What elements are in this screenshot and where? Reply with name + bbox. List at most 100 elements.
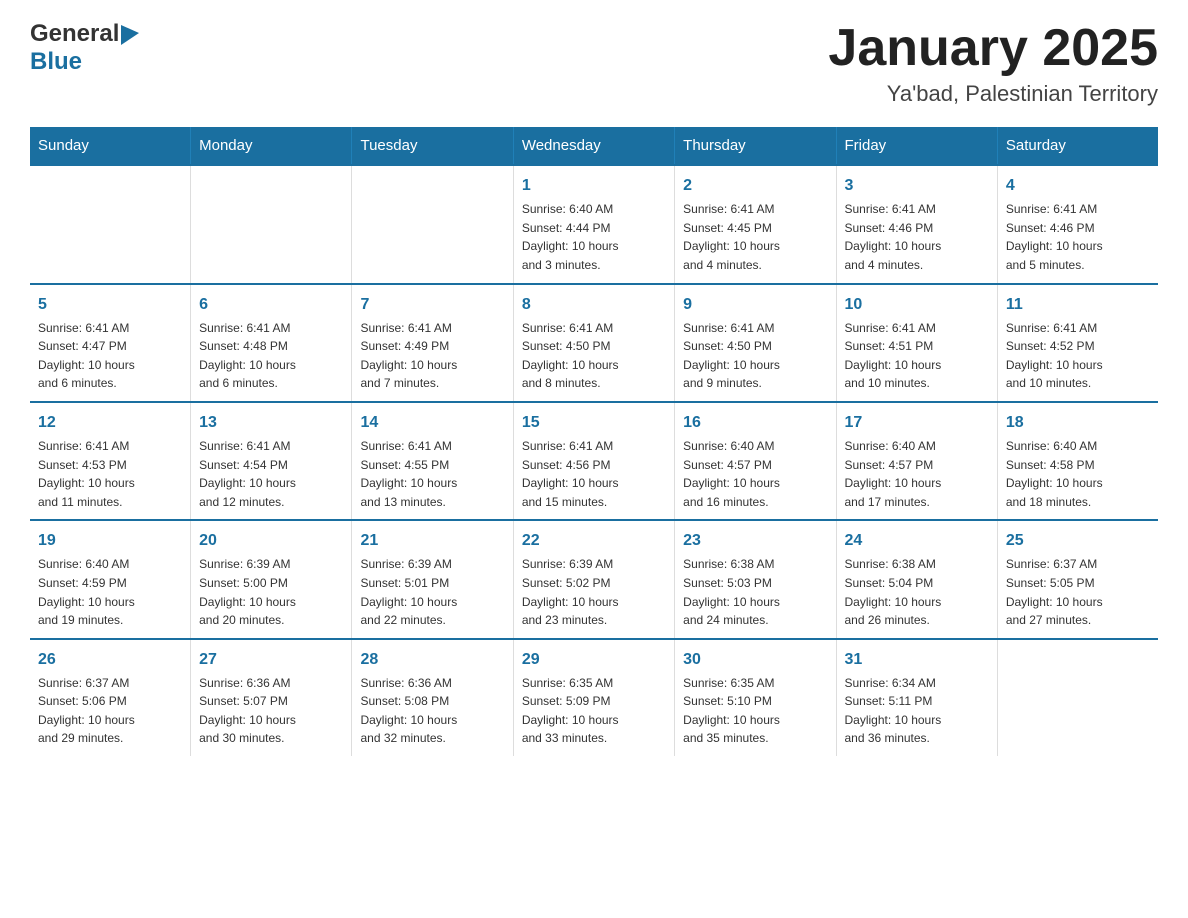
page-title: January 2025	[828, 20, 1158, 77]
day-info: Sunrise: 6:39 AM Sunset: 5:02 PM Dayligh…	[522, 555, 666, 629]
day-info: Sunrise: 6:40 AM Sunset: 4:58 PM Dayligh…	[1006, 437, 1150, 511]
day-number: 4	[1006, 174, 1150, 198]
day-info: Sunrise: 6:41 AM Sunset: 4:50 PM Dayligh…	[683, 319, 827, 393]
day-info: Sunrise: 6:37 AM Sunset: 5:06 PM Dayligh…	[38, 674, 182, 748]
day-number: 17	[845, 411, 989, 435]
calendar-week-row: 1Sunrise: 6:40 AM Sunset: 4:44 PM Daylig…	[30, 165, 1158, 283]
calendar-cell: 11Sunrise: 6:41 AM Sunset: 4:52 PM Dayli…	[997, 284, 1158, 402]
day-info: Sunrise: 6:41 AM Sunset: 4:56 PM Dayligh…	[522, 437, 666, 511]
day-info: Sunrise: 6:41 AM Sunset: 4:46 PM Dayligh…	[845, 200, 989, 274]
calendar-header-wednesday: Wednesday	[513, 127, 674, 165]
day-number: 24	[845, 529, 989, 553]
calendar-cell	[30, 165, 191, 283]
calendar-header-saturday: Saturday	[997, 127, 1158, 165]
day-number: 1	[522, 174, 666, 198]
day-info: Sunrise: 6:41 AM Sunset: 4:53 PM Dayligh…	[38, 437, 182, 511]
calendar-cell: 19Sunrise: 6:40 AM Sunset: 4:59 PM Dayli…	[30, 520, 191, 638]
day-info: Sunrise: 6:41 AM Sunset: 4:55 PM Dayligh…	[360, 437, 504, 511]
day-number: 6	[199, 293, 343, 317]
page-subtitle: Ya'bad, Palestinian Territory	[828, 81, 1158, 107]
day-number: 19	[38, 529, 182, 553]
calendar-header-thursday: Thursday	[675, 127, 836, 165]
calendar-cell: 20Sunrise: 6:39 AM Sunset: 5:00 PM Dayli…	[191, 520, 352, 638]
day-info: Sunrise: 6:40 AM Sunset: 4:57 PM Dayligh…	[845, 437, 989, 511]
day-info: Sunrise: 6:41 AM Sunset: 4:45 PM Dayligh…	[683, 200, 827, 274]
day-number: 11	[1006, 293, 1150, 317]
title-section: January 2025 Ya'bad, Palestinian Territo…	[828, 20, 1158, 107]
calendar-cell: 4Sunrise: 6:41 AM Sunset: 4:46 PM Daylig…	[997, 165, 1158, 283]
calendar-cell: 26Sunrise: 6:37 AM Sunset: 5:06 PM Dayli…	[30, 639, 191, 756]
day-number: 25	[1006, 529, 1150, 553]
calendar-cell: 22Sunrise: 6:39 AM Sunset: 5:02 PM Dayli…	[513, 520, 674, 638]
day-info: Sunrise: 6:41 AM Sunset: 4:48 PM Dayligh…	[199, 319, 343, 393]
day-number: 31	[845, 648, 989, 672]
calendar-header-sunday: Sunday	[30, 127, 191, 165]
day-number: 27	[199, 648, 343, 672]
calendar-cell: 9Sunrise: 6:41 AM Sunset: 4:50 PM Daylig…	[675, 284, 836, 402]
day-number: 13	[199, 411, 343, 435]
calendar-cell: 31Sunrise: 6:34 AM Sunset: 5:11 PM Dayli…	[836, 639, 997, 756]
calendar-cell	[997, 639, 1158, 756]
calendar-header-friday: Friday	[836, 127, 997, 165]
calendar-header-monday: Monday	[191, 127, 352, 165]
day-number: 9	[683, 293, 827, 317]
calendar-cell: 28Sunrise: 6:36 AM Sunset: 5:08 PM Dayli…	[352, 639, 513, 756]
day-number: 12	[38, 411, 182, 435]
calendar-cell: 30Sunrise: 6:35 AM Sunset: 5:10 PM Dayli…	[675, 639, 836, 756]
day-info: Sunrise: 6:39 AM Sunset: 5:01 PM Dayligh…	[360, 555, 504, 629]
day-number: 15	[522, 411, 666, 435]
day-number: 3	[845, 174, 989, 198]
day-number: 30	[683, 648, 827, 672]
logo-blue-text: Blue	[30, 48, 82, 76]
calendar-week-row: 12Sunrise: 6:41 AM Sunset: 4:53 PM Dayli…	[30, 402, 1158, 520]
day-number: 5	[38, 293, 182, 317]
calendar-cell: 15Sunrise: 6:41 AM Sunset: 4:56 PM Dayli…	[513, 402, 674, 520]
day-number: 26	[38, 648, 182, 672]
calendar-cell: 29Sunrise: 6:35 AM Sunset: 5:09 PM Dayli…	[513, 639, 674, 756]
calendar-cell: 25Sunrise: 6:37 AM Sunset: 5:05 PM Dayli…	[997, 520, 1158, 638]
calendar-week-row: 26Sunrise: 6:37 AM Sunset: 5:06 PM Dayli…	[30, 639, 1158, 756]
day-number: 28	[360, 648, 504, 672]
day-info: Sunrise: 6:34 AM Sunset: 5:11 PM Dayligh…	[845, 674, 989, 748]
logo-general-text: General	[30, 20, 119, 48]
day-info: Sunrise: 6:40 AM Sunset: 4:44 PM Dayligh…	[522, 200, 666, 274]
calendar-cell: 2Sunrise: 6:41 AM Sunset: 4:45 PM Daylig…	[675, 165, 836, 283]
day-number: 18	[1006, 411, 1150, 435]
day-info: Sunrise: 6:41 AM Sunset: 4:52 PM Dayligh…	[1006, 319, 1150, 393]
day-number: 14	[360, 411, 504, 435]
day-number: 8	[522, 293, 666, 317]
day-info: Sunrise: 6:41 AM Sunset: 4:47 PM Dayligh…	[38, 319, 182, 393]
day-number: 23	[683, 529, 827, 553]
calendar-cell: 14Sunrise: 6:41 AM Sunset: 4:55 PM Dayli…	[352, 402, 513, 520]
logo: General Blue	[30, 20, 139, 76]
page-header: General Blue January 2025 Ya'bad, Palest…	[30, 20, 1158, 107]
day-info: Sunrise: 6:36 AM Sunset: 5:07 PM Dayligh…	[199, 674, 343, 748]
calendar-cell: 17Sunrise: 6:40 AM Sunset: 4:57 PM Dayli…	[836, 402, 997, 520]
day-number: 16	[683, 411, 827, 435]
calendar-week-row: 19Sunrise: 6:40 AM Sunset: 4:59 PM Dayli…	[30, 520, 1158, 638]
calendar-cell: 1Sunrise: 6:40 AM Sunset: 4:44 PM Daylig…	[513, 165, 674, 283]
day-info: Sunrise: 6:38 AM Sunset: 5:04 PM Dayligh…	[845, 555, 989, 629]
day-number: 29	[522, 648, 666, 672]
calendar-cell: 27Sunrise: 6:36 AM Sunset: 5:07 PM Dayli…	[191, 639, 352, 756]
day-info: Sunrise: 6:41 AM Sunset: 4:51 PM Dayligh…	[845, 319, 989, 393]
day-info: Sunrise: 6:40 AM Sunset: 4:57 PM Dayligh…	[683, 437, 827, 511]
calendar-header-tuesday: Tuesday	[352, 127, 513, 165]
day-info: Sunrise: 6:39 AM Sunset: 5:00 PM Dayligh…	[199, 555, 343, 629]
calendar-cell: 16Sunrise: 6:40 AM Sunset: 4:57 PM Dayli…	[675, 402, 836, 520]
day-info: Sunrise: 6:36 AM Sunset: 5:08 PM Dayligh…	[360, 674, 504, 748]
day-info: Sunrise: 6:40 AM Sunset: 4:59 PM Dayligh…	[38, 555, 182, 629]
calendar-cell: 5Sunrise: 6:41 AM Sunset: 4:47 PM Daylig…	[30, 284, 191, 402]
day-info: Sunrise: 6:41 AM Sunset: 4:50 PM Dayligh…	[522, 319, 666, 393]
day-number: 2	[683, 174, 827, 198]
calendar-cell: 24Sunrise: 6:38 AM Sunset: 5:04 PM Dayli…	[836, 520, 997, 638]
day-info: Sunrise: 6:41 AM Sunset: 4:49 PM Dayligh…	[360, 319, 504, 393]
calendar-cell: 7Sunrise: 6:41 AM Sunset: 4:49 PM Daylig…	[352, 284, 513, 402]
day-info: Sunrise: 6:38 AM Sunset: 5:03 PM Dayligh…	[683, 555, 827, 629]
day-number: 21	[360, 529, 504, 553]
calendar-week-row: 5Sunrise: 6:41 AM Sunset: 4:47 PM Daylig…	[30, 284, 1158, 402]
calendar-cell: 3Sunrise: 6:41 AM Sunset: 4:46 PM Daylig…	[836, 165, 997, 283]
day-info: Sunrise: 6:35 AM Sunset: 5:10 PM Dayligh…	[683, 674, 827, 748]
calendar-cell: 23Sunrise: 6:38 AM Sunset: 5:03 PM Dayli…	[675, 520, 836, 638]
calendar-cell: 10Sunrise: 6:41 AM Sunset: 4:51 PM Dayli…	[836, 284, 997, 402]
